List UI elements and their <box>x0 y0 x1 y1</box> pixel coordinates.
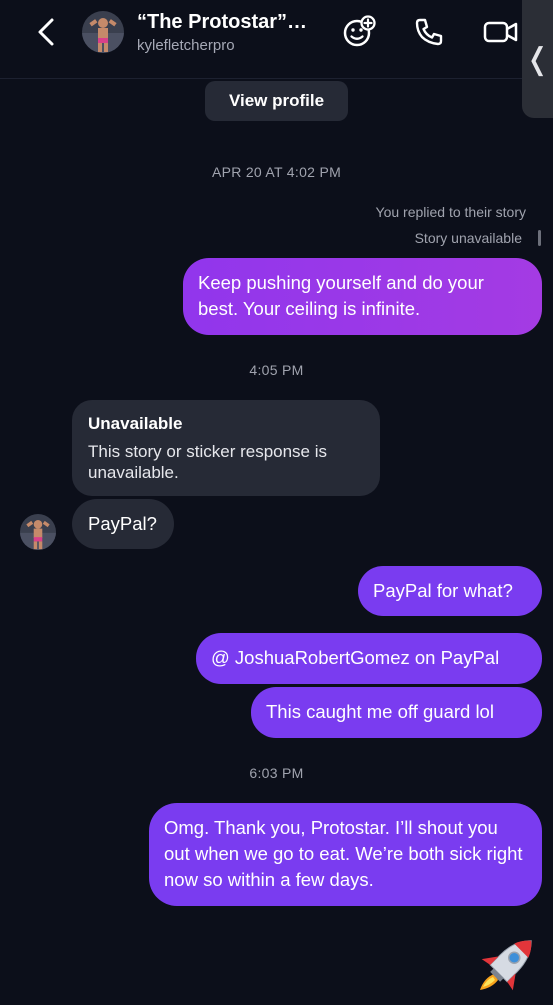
sticker-add-button[interactable] <box>341 14 377 50</box>
side-panel-tab[interactable]: ❬ <box>522 0 553 118</box>
video-call-button[interactable] <box>483 14 519 50</box>
message-text: PayPal for what? <box>373 580 513 601</box>
sender-avatar[interactable] <box>20 514 56 550</box>
view-profile-button[interactable]: View profile <box>205 81 348 121</box>
unavailable-story-card[interactable]: Unavailable This story or sticker respon… <box>72 400 380 496</box>
outgoing-message[interactable]: PayPal for what? <box>358 566 542 616</box>
message-text: Keep pushing yourself and do your best. … <box>198 272 484 319</box>
outgoing-message[interactable]: Omg. Thank you, Protostar. I’ll shout yo… <box>149 803 542 906</box>
message-text: This caught me off guard lol <box>266 701 494 722</box>
timestamp: 4:05 PM <box>249 362 304 378</box>
story-reply-note: You replied to their story <box>375 204 526 220</box>
outgoing-message[interactable]: @ JoshuaRobertGomez on PayPal <box>196 633 542 684</box>
message-text: @ JoshuaRobertGomez on PayPal <box>211 647 500 668</box>
chat-title[interactable]: “The Protostar”… <box>137 11 307 34</box>
back-chevron-icon <box>38 18 54 46</box>
back-button[interactable] <box>30 14 62 50</box>
chevron-left-icon: ❬ <box>524 41 551 77</box>
outgoing-message[interactable]: This caught me off guard lol <box>251 687 542 738</box>
rocket-icon <box>480 940 532 991</box>
video-camera-icon <box>483 21 518 43</box>
incoming-message[interactable]: PayPal? <box>72 499 174 549</box>
phone-icon <box>415 18 443 46</box>
voice-call-button[interactable] <box>411 14 447 50</box>
reply-indicator-bar <box>538 230 541 246</box>
rocket-emoji-button[interactable] <box>470 928 542 1000</box>
unavailable-title: Unavailable <box>88 414 183 433</box>
message-text: PayPal? <box>88 513 157 534</box>
chat-header: “The Protostar”… kylefletcherpro <box>0 0 553 79</box>
story-unavailable-label: Story unavailable <box>414 230 522 246</box>
outgoing-message[interactable]: Keep pushing yourself and do your best. … <box>183 258 542 335</box>
unavailable-body: This story or sticker response is unavai… <box>88 442 328 482</box>
timestamp: APR 20 AT 4:02 PM <box>211 164 342 180</box>
timestamp: 6:03 PM <box>249 765 304 781</box>
chat-username[interactable]: kylefletcherpro <box>137 37 235 54</box>
sticker-add-icon <box>343 15 376 47</box>
avatar[interactable] <box>82 11 124 53</box>
message-text: Omg. Thank you, Protostar. I’ll shout yo… <box>164 817 523 890</box>
